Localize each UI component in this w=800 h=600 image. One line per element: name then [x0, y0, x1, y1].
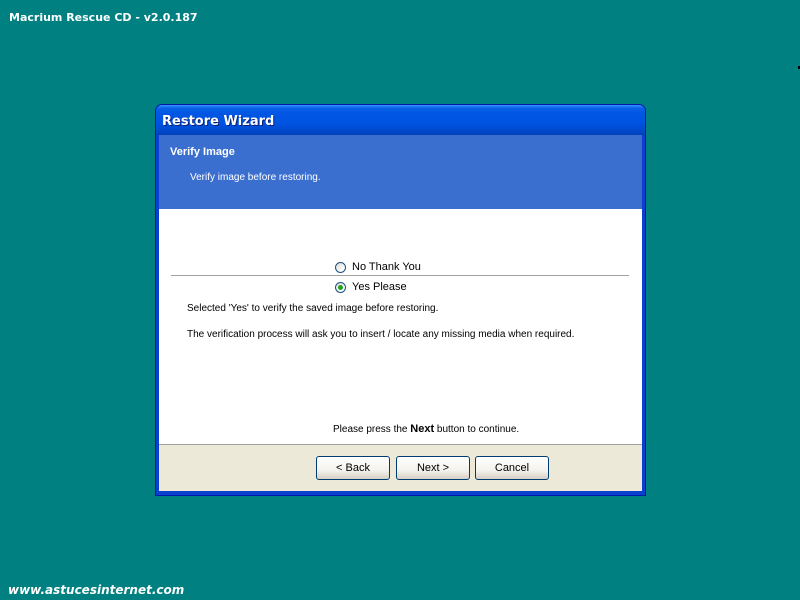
wizard-header: Verify Image Verify image before restori… [159, 135, 642, 209]
continue-prefix: Please press the [333, 424, 408, 435]
radio-button-icon[interactable] [335, 281, 346, 293]
next-button[interactable]: Next > [396, 456, 470, 480]
info-text-verification: The verification process will ask you to… [187, 329, 575, 340]
desktop-title: Macrium Rescue CD - v2.0.187 [9, 11, 198, 24]
radio-yes-please[interactable]: Yes Please [335, 279, 407, 295]
cancel-button[interactable]: Cancel [475, 456, 549, 480]
info-text-selected: Selected 'Yes' to verify the saved image… [187, 303, 439, 314]
wizard-step-title: Verify Image [170, 146, 235, 158]
window-client-area: Verify Image Verify image before restori… [159, 135, 642, 491]
watermark-text: www.astucesinternet.com [8, 583, 185, 597]
window-titlebar[interactable]: Restore Wizard [156, 105, 645, 135]
radio-no-thank-you[interactable]: No Thank You [335, 259, 421, 275]
radio-label: Yes Please [352, 281, 407, 293]
window-title: Restore Wizard [162, 114, 275, 129]
back-button[interactable]: < Back [316, 456, 390, 480]
restore-wizard-window: Restore Wizard Verify Image Verify image… [155, 104, 646, 496]
continue-instruction: Please press the Next button to continue… [333, 423, 519, 435]
continue-suffix: button to continue. [436, 424, 520, 435]
radio-label: No Thank You [352, 261, 421, 273]
radio-selected-dot-icon [338, 284, 343, 290]
wizard-step-subtitle: Verify image before restoring. [190, 172, 321, 183]
continue-next-bold: Next [410, 423, 435, 435]
radio-button-icon[interactable] [335, 261, 346, 273]
button-panel: < Back Next > Cancel [159, 444, 642, 491]
separator-line [171, 275, 629, 276]
